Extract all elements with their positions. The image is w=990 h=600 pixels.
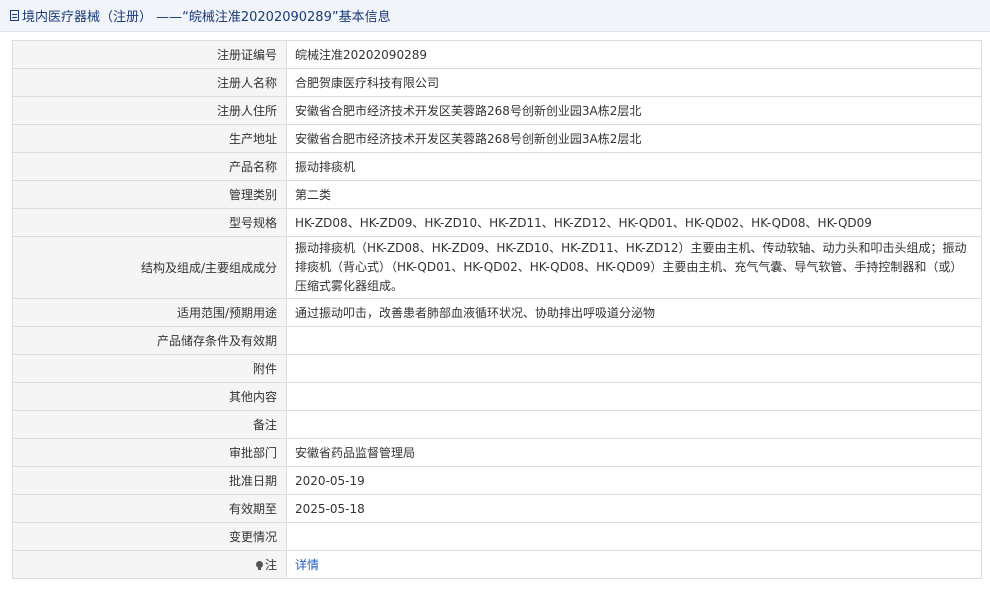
field-label: 其他内容 [12, 382, 287, 411]
info-table: 注册证编号 皖械注准20202090289 注册人名称 合肥贺康医疗科技有限公司… [12, 40, 982, 579]
table-row: 适用范围/预期用途 通过振动叩击，改善患者肺部血液循环状况、协助排出呼吸道分泌物 [12, 298, 982, 327]
table-row: 结构及组成/主要组成成分 振动排痰机（HK-ZD08、HK-ZD09、HK-ZD… [12, 236, 982, 299]
field-value: 振动排痰机 [286, 152, 982, 181]
table-row: 生产地址 安徽省合肥市经济技术开发区芙蓉路268号创新创业园3A栋2层北 [12, 124, 982, 153]
table-row: 附件 [12, 354, 982, 383]
table-row: 注册证编号 皖械注准20202090289 [12, 40, 982, 69]
field-label: 备注 [12, 410, 287, 439]
table-row: 型号规格 HK-ZD08、HK-ZD09、HK-ZD10、HK-ZD11、HK-… [12, 208, 982, 237]
field-value [286, 382, 982, 411]
field-label: 适用范围/预期用途 [12, 298, 287, 327]
field-value: 安徽省药品监督管理局 [286, 438, 982, 467]
field-label: 审批部门 [12, 438, 287, 467]
table-row: 其他内容 [12, 382, 982, 411]
field-label: 产品储存条件及有效期 [12, 326, 287, 355]
field-value: 安徽省合肥市经济技术开发区芙蓉路268号创新创业园3A栋2层北 [286, 96, 982, 125]
field-value: 振动排痰机（HK-ZD08、HK-ZD09、HK-ZD10、HK-ZD11、HK… [286, 236, 982, 299]
document-icon [10, 10, 19, 21]
field-label: 变更情况 [12, 522, 287, 551]
field-label: 有效期至 [12, 494, 287, 523]
table-row: 有效期至 2025-05-18 [12, 494, 982, 523]
field-label: 结构及组成/主要组成成分 [12, 236, 287, 299]
field-value: 安徽省合肥市经济技术开发区芙蓉路268号创新创业园3A栋2层北 [286, 124, 982, 153]
field-value: 皖械注准20202090289 [286, 40, 982, 69]
field-value [286, 354, 982, 383]
field-label: 产品名称 [12, 152, 287, 181]
field-label: 注 [264, 558, 277, 572]
field-value: 2020-05-19 [286, 466, 982, 495]
field-value [286, 326, 982, 355]
field-label: 注册人名称 [12, 68, 287, 97]
lightbulb-icon [255, 561, 263, 570]
table-row: 注册人住所 安徽省合肥市经济技术开发区芙蓉路268号创新创业园3A栋2层北 [12, 96, 982, 125]
details-link[interactable]: 详情 [295, 558, 319, 572]
table-row: 产品名称 振动排痰机 [12, 152, 982, 181]
field-label: 管理类别 [12, 180, 287, 209]
field-label: 注册人住所 [12, 96, 287, 125]
note-label-cell: 注 [12, 550, 287, 579]
field-value: 第二类 [286, 180, 982, 209]
table-row: 审批部门 安徽省药品监督管理局 [12, 438, 982, 467]
field-value [286, 410, 982, 439]
table-row: 注 详情 [12, 550, 982, 579]
table-row: 批准日期 2020-05-19 [12, 466, 982, 495]
field-value: 详情 [286, 550, 982, 579]
table-row: 管理类别 第二类 [12, 180, 982, 209]
field-value [286, 522, 982, 551]
page-header: 境内医疗器械（注册） ——“皖械注准20202090289”基本信息 [0, 0, 990, 32]
field-value: HK-ZD08、HK-ZD09、HK-ZD10、HK-ZD11、HK-ZD12、… [286, 208, 982, 237]
table-row: 变更情况 [12, 522, 982, 551]
field-label: 批准日期 [12, 466, 287, 495]
table-row: 产品储存条件及有效期 [12, 326, 982, 355]
field-label: 型号规格 [12, 208, 287, 237]
field-label: 注册证编号 [12, 40, 287, 69]
table-row: 注册人名称 合肥贺康医疗科技有限公司 [12, 68, 982, 97]
field-label: 生产地址 [12, 124, 287, 153]
field-value: 2025-05-18 [286, 494, 982, 523]
field-value: 合肥贺康医疗科技有限公司 [286, 68, 982, 97]
field-value: 通过振动叩击，改善患者肺部血液循环状况、协助排出呼吸道分泌物 [286, 298, 982, 327]
page-title: 境内医疗器械（注册） ——“皖械注准20202090289”基本信息 [22, 10, 391, 25]
field-label: 附件 [12, 354, 287, 383]
info-table-wrapper: 注册证编号 皖械注准20202090289 注册人名称 合肥贺康医疗科技有限公司… [12, 40, 982, 579]
table-row: 备注 [12, 410, 982, 439]
